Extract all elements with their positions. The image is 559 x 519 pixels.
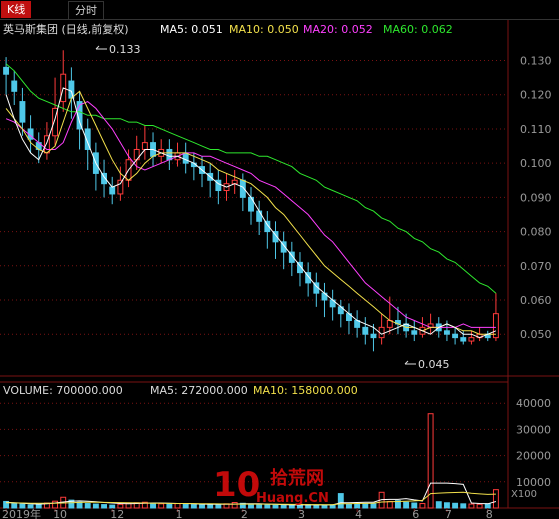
date-tick-label: 6 <box>412 508 419 519</box>
candle-body <box>11 80 18 92</box>
candle-body <box>362 326 369 335</box>
date-tick-label: 2019年 <box>2 507 41 519</box>
volume-bar <box>419 503 426 509</box>
volume-tick-label: 40000 <box>516 397 551 410</box>
watermark-logo: 10 拾荒网 Huang.CN <box>213 465 329 506</box>
candle-body <box>443 330 450 335</box>
volume-bar <box>435 501 442 509</box>
volume-bar <box>150 502 156 509</box>
volume-bar <box>92 503 99 509</box>
volume-bar <box>101 504 107 509</box>
volume-bar <box>52 500 59 509</box>
volume-bar <box>84 503 91 509</box>
volume-tick-label: 10000 <box>516 476 551 489</box>
date-tick-label: 1 <box>176 508 183 519</box>
date-tick-label: 4 <box>355 508 362 519</box>
candle-body <box>452 333 459 339</box>
price-tick-label: 0.050 <box>520 328 552 341</box>
volume-bar <box>468 503 475 509</box>
watermark-url: Huang.CN <box>256 491 329 506</box>
volume-unit-label: X100 <box>511 489 537 500</box>
ma60-legend: MA60: 0.062 <box>383 23 453 36</box>
candle-body <box>109 186 116 195</box>
volume-bar <box>337 493 344 509</box>
candle-body <box>182 152 189 164</box>
stock-chart: 0.130 0.120 0.110 0.100 0.090 0.080 0.070 0.060… <box>0 20 559 519</box>
volume-bar <box>386 500 393 509</box>
volume-ma10-legend: MA10: 158000.000 <box>253 384 358 397</box>
tab-intraday[interactable]: 分时 <box>68 1 104 20</box>
low-price-label: 0.045 <box>418 358 450 371</box>
date-tick-label: 3 <box>298 508 305 519</box>
volume-bar <box>158 503 165 509</box>
price-tick-label: 0.070 <box>520 260 552 273</box>
volume-bar <box>370 503 377 509</box>
volume-bar <box>452 502 459 509</box>
candle-body <box>468 337 475 342</box>
volume-bar <box>403 501 410 509</box>
price-tick-label: 0.090 <box>520 191 552 204</box>
volume-bar <box>190 504 197 509</box>
volume-bar <box>199 504 205 509</box>
candle-body <box>141 142 148 150</box>
tab-kline[interactable]: K线 <box>1 1 32 18</box>
volume-tick-label: 30000 <box>516 423 551 436</box>
price-tick-label: 0.060 <box>520 294 552 307</box>
volume-bar <box>346 503 352 509</box>
candle-body <box>370 333 377 339</box>
ma10-legend: MA10: 0.050 <box>229 23 299 36</box>
volume-bar <box>182 503 189 509</box>
volume-bar <box>76 501 83 509</box>
volume-ma5-legend: MA5: 272000.000 <box>150 384 248 397</box>
volume-bar <box>476 503 483 509</box>
candle-body <box>19 101 26 123</box>
volume-bar <box>166 503 173 509</box>
price-tick-label: 0.100 <box>520 157 552 170</box>
volume-bar <box>460 503 467 509</box>
volume-legend: VOLUME: 700000.000 <box>3 384 123 397</box>
chart-tab-bar: K线 分时 <box>0 0 559 20</box>
volume-bar <box>492 489 499 509</box>
stock-name-label: 英马斯集团 (日线,前复权) <box>3 22 129 36</box>
price-tick-label: 0.110 <box>520 123 552 136</box>
ma5-legend: MA5: 0.051 <box>160 23 223 36</box>
volume-bar <box>215 504 222 509</box>
watermark-number: 10 <box>213 465 260 505</box>
candle-body <box>256 210 263 222</box>
date-tick-label: 12 <box>110 508 124 519</box>
candle-body <box>117 179 124 195</box>
candle-body <box>3 66 10 75</box>
candle-body <box>166 148 173 161</box>
volume-tick-label: 20000 <box>516 450 551 463</box>
volume-bar <box>362 503 369 509</box>
ma20-legend: MA20: 0.052 <box>303 23 373 36</box>
date-tick-label: 2 <box>241 508 248 519</box>
date-tick-label: 10 <box>53 508 67 519</box>
candle-body <box>411 330 418 335</box>
high-price-label: 0.133 <box>109 43 141 56</box>
candle-body <box>460 337 467 342</box>
date-tick-label: 8 <box>486 508 493 519</box>
candle-body <box>68 80 75 99</box>
date-tick-label: 7 <box>445 508 452 519</box>
watermark-name: 拾荒网 <box>270 467 324 489</box>
price-tick-label: 0.120 <box>520 89 552 102</box>
price-tick-label: 0.130 <box>520 55 552 68</box>
price-tick-label: 0.080 <box>520 226 552 239</box>
